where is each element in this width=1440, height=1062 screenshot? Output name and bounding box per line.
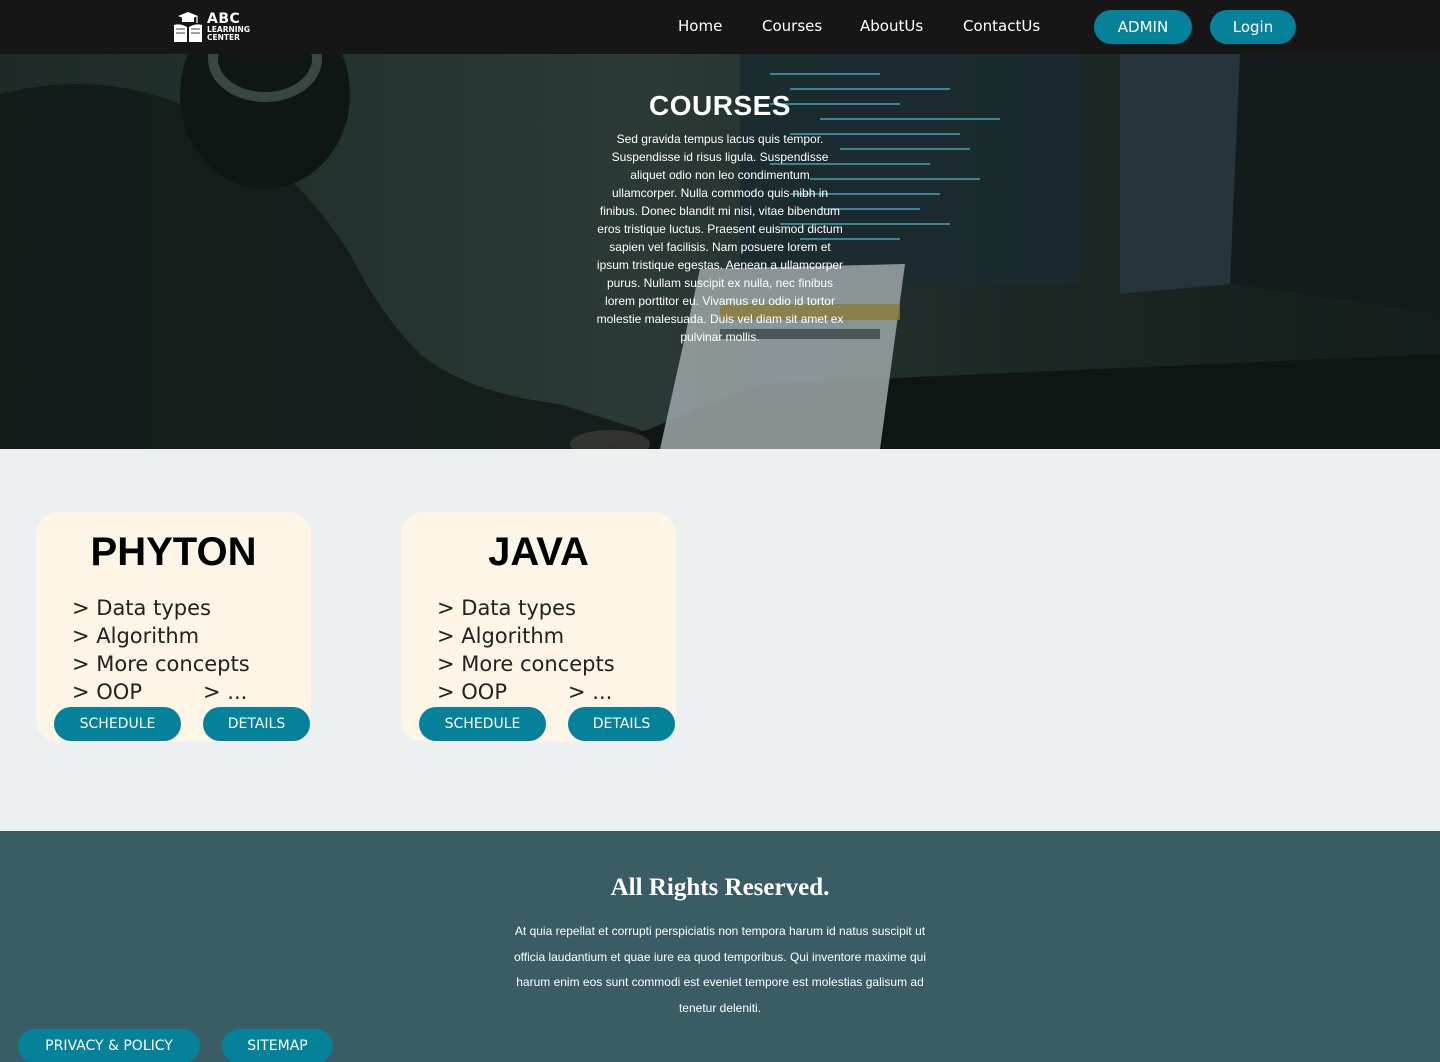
course-topic: > OOP xyxy=(437,680,507,704)
course-topic-more: > ... xyxy=(203,680,248,704)
brand-subtitle-2: CENTER xyxy=(207,33,240,42)
details-button[interactable]: DETAILS xyxy=(568,707,675,741)
course-topic: > More concepts xyxy=(72,652,250,676)
sitemap-button[interactable]: SITEMAP xyxy=(222,1029,333,1062)
course-topic: > Algorithm xyxy=(437,624,565,648)
footer-title: All Rights Reserved. xyxy=(610,874,830,901)
hero-description: Sed gravida tempus lacus quis tempor. Su… xyxy=(596,132,844,344)
course-card-java: JAVA > Data types > Algorithm > More con… xyxy=(401,512,676,742)
schedule-button[interactable]: SCHEDULE xyxy=(54,707,181,741)
login-button[interactable]: Login xyxy=(1210,10,1296,44)
course-card-python: PHYTON > Data types > Algorithm > More c… xyxy=(36,512,311,742)
privacy-policy-button[interactable]: PRIVACY & POLICY xyxy=(18,1029,200,1062)
brand-logo[interactable]: ABC LEARNING CENTER xyxy=(172,10,250,44)
brand-text: ABC LEARNING CENTER xyxy=(207,12,250,42)
nav-about-link[interactable]: AboutUs xyxy=(860,17,923,35)
course-topic-more: > ... xyxy=(568,680,613,704)
nav-contact-link[interactable]: ContactUs xyxy=(963,17,1040,35)
course-topic: > Data types xyxy=(72,596,211,620)
course-topic: > Algorithm xyxy=(72,624,200,648)
course-title: JAVA xyxy=(488,530,589,574)
course-topic: > Data types xyxy=(437,596,576,620)
footer-description: At quia repellat et corrupti perspiciati… xyxy=(513,924,927,1015)
admin-button[interactable]: ADMIN xyxy=(1094,10,1192,44)
nav-courses-link[interactable]: Courses xyxy=(762,17,822,35)
navbar: ABC LEARNING CENTER Home Courses AboutUs… xyxy=(0,0,1440,54)
course-topic: > OOP xyxy=(72,680,142,704)
nav-home-link[interactable]: Home xyxy=(678,17,722,35)
details-button[interactable]: DETAILS xyxy=(203,707,310,741)
course-title: PHYTON xyxy=(90,530,257,574)
hero-banner: COURSES Sed gravida tempus lacus quis te… xyxy=(0,54,1440,449)
schedule-button[interactable]: SCHEDULE xyxy=(419,707,546,741)
footer: All Rights Reserved. At quia repellat et… xyxy=(0,831,1440,1062)
book-logo-icon xyxy=(174,12,202,42)
brand-name: ABC xyxy=(207,11,241,27)
hero-title: COURSES xyxy=(649,90,791,121)
course-topic: > More concepts xyxy=(437,652,615,676)
